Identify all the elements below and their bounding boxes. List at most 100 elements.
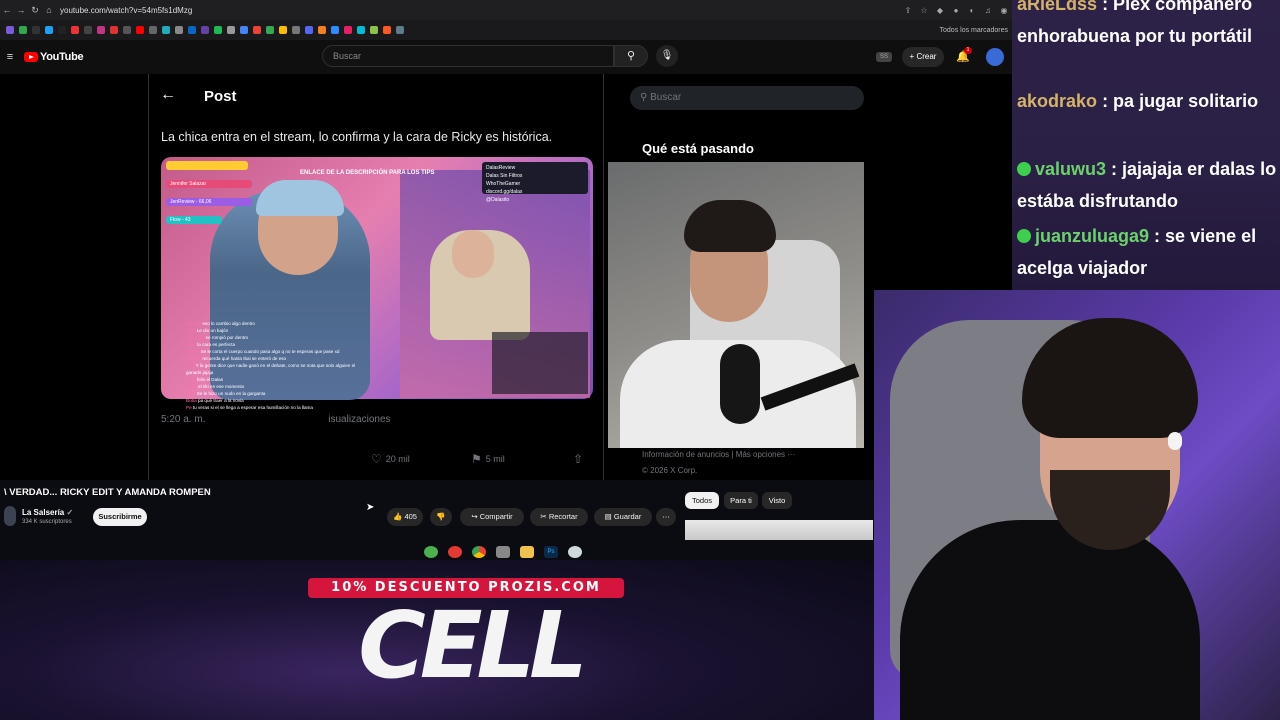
overlay-chat-user: Boba [186,398,197,403]
youtube-play-icon [24,52,38,62]
bookmarks-bar: Todos los marcadores [0,20,1012,40]
back-icon[interactable]: ← [0,5,14,15]
chat-user: valuwu3 [1035,159,1107,179]
bookmark-icon[interactable] [253,26,261,34]
bookmark-icon[interactable] [188,26,196,34]
save-button[interactable]: ▤ Guardar [594,508,652,526]
bookmark-icon[interactable] [370,26,378,34]
bookmark-icon[interactable] [227,26,235,34]
share-action[interactable]: ⇧ [573,452,583,466]
overlay-chat-text: se rompió por dentro [205,335,249,340]
chat-text: : pa jugar solitario [1102,91,1259,111]
chat-message: valuwu3 : jajajaja er dalas lo estába di… [1017,153,1279,217]
menu-icon[interactable]: ≡ [2,51,18,63]
media-banner-text: ENLACE DE LA DESCRIPCIÓN PARA LOS TIPS [300,170,435,176]
more-options-icon[interactable]: ⋯ [656,508,676,526]
channel-avatar[interactable] [4,506,16,526]
bookmark-icon[interactable] [58,26,66,34]
search-icon[interactable]: ⚲ [614,45,648,67]
bookmark-icon[interactable] [45,26,53,34]
app-icon[interactable] [496,546,510,558]
overlay-chat-text: Se le corta el cuerpo cuando pasa algo q… [200,349,340,354]
forward-icon[interactable]: → [14,5,28,15]
overlay-chat-text: pa qué traer a la novia [198,398,244,403]
bookmark-icon[interactable] [6,26,14,34]
bookmark-icon[interactable] [162,26,170,34]
reload-icon[interactable]: ↻ [28,5,42,16]
like-action[interactable]: ♡ 20 mil [371,452,410,466]
folder-icon[interactable] [520,546,534,558]
bookmark-icon[interactable] [149,26,157,34]
subscribe-button[interactable]: Suscribirme [93,508,147,526]
share-icon: ⇧ [573,452,584,466]
all-bookmarks-folder[interactable]: Todos los marcadores [940,27,1012,34]
search-icon: ⚲ [640,92,651,103]
profile-icon[interactable]: ◉ [996,6,1012,15]
bookmark-icon[interactable] [123,26,131,34]
bookmark-icon[interactable] [201,26,209,34]
star-icon[interactable]: ☆ [916,6,932,15]
bookmark-icon[interactable] [84,26,92,34]
bookmark-icon[interactable] [240,26,248,34]
extension-icon[interactable]: ◆ [932,6,948,15]
microphone-icon[interactable]: 🎙 [656,45,678,67]
overlay-chat-line: Pe tu veras si el se llega a esperar esa… [186,404,366,411]
create-button[interactable]: + Crear [902,47,944,67]
bookmark-icon[interactable] [396,26,404,34]
chrome-icon[interactable] [472,546,486,558]
recommended-thumbnail[interactable] [685,520,873,540]
overlay-chat-user: Carlos [186,349,200,354]
bookmark-icon[interactable] [71,26,79,34]
media-social-line: DalasReview [486,165,516,171]
chip-for-you[interactable]: Para ti [724,492,758,509]
extension-icon[interactable]: ● [948,6,964,15]
home-icon[interactable]: ⌂ [42,5,56,15]
bookmark-icon[interactable] [110,26,118,34]
bookmark-icon[interactable] [214,26,222,34]
bookmark-icon[interactable] [279,26,287,34]
photoshop-icon[interactable]: Ps [544,546,558,558]
bookmark-icon[interactable] [344,26,352,34]
save-icon: ▤ [604,512,612,521]
bookmark-icon[interactable] [175,26,183,34]
app-icon[interactable] [424,546,438,558]
chip-all[interactable]: Todos [685,492,719,509]
chip-watched[interactable]: Visto [762,492,792,509]
x-footer-links: Información de anuncios | Más opciones ·… [642,450,796,459]
verified-icon: ✓ [66,508,74,517]
clip-button[interactable]: ✂ Recortar [530,508,588,526]
extension-icon[interactable]: ◐ [964,6,980,15]
subscriber-badge-icon [1017,229,1031,243]
bookmark-icon[interactable] [136,26,144,34]
media-social-line: @Dalasito [486,197,510,203]
youtube-search-input[interactable]: Buscar [322,45,614,67]
avatar[interactable] [986,48,1004,66]
bookmark-icon[interactable] [32,26,40,34]
bookmark-icon[interactable] [19,26,27,34]
channel-name[interactable]: La Salsería ✓ [22,508,73,517]
bookmark-icon[interactable] [292,26,300,34]
app-icon[interactable] [448,546,462,558]
overlay-chat-user: Agm [186,328,196,333]
bookmark-icon[interactable] [318,26,326,34]
bookmark-action[interactable]: ⚑ 5 mil [471,452,505,466]
bookmark-icon[interactable] [383,26,391,34]
youtube-logo[interactable]: YouTube [24,51,84,63]
extension-icon[interactable]: ♫ [980,6,996,15]
like-button[interactable]: 👍 405 [387,508,423,526]
share-label: Compartir [479,512,513,521]
screenshot-icon[interactable]: SS [876,52,892,62]
bookmark-icon[interactable] [266,26,274,34]
share-button[interactable]: ↪ Compartir [460,508,524,526]
bookmark-icon[interactable] [357,26,365,34]
taskbar: Ps [424,544,604,560]
bookmark-icon[interactable] [97,26,105,34]
app-icon[interactable] [568,546,582,558]
overlay-chat-text: folio el Dalas [196,377,224,382]
url-field[interactable]: youtube.com/watch?v=54m5fs1dMzg [60,6,900,15]
dislike-button[interactable]: 👎 [430,508,452,526]
overlay-chat-text: Y la gente dice que nadie ganó en el deb… [186,363,356,375]
share-icon[interactable]: ⇪ [900,6,916,15]
bookmark-icon[interactable] [331,26,339,34]
bookmark-icon[interactable] [305,26,313,34]
